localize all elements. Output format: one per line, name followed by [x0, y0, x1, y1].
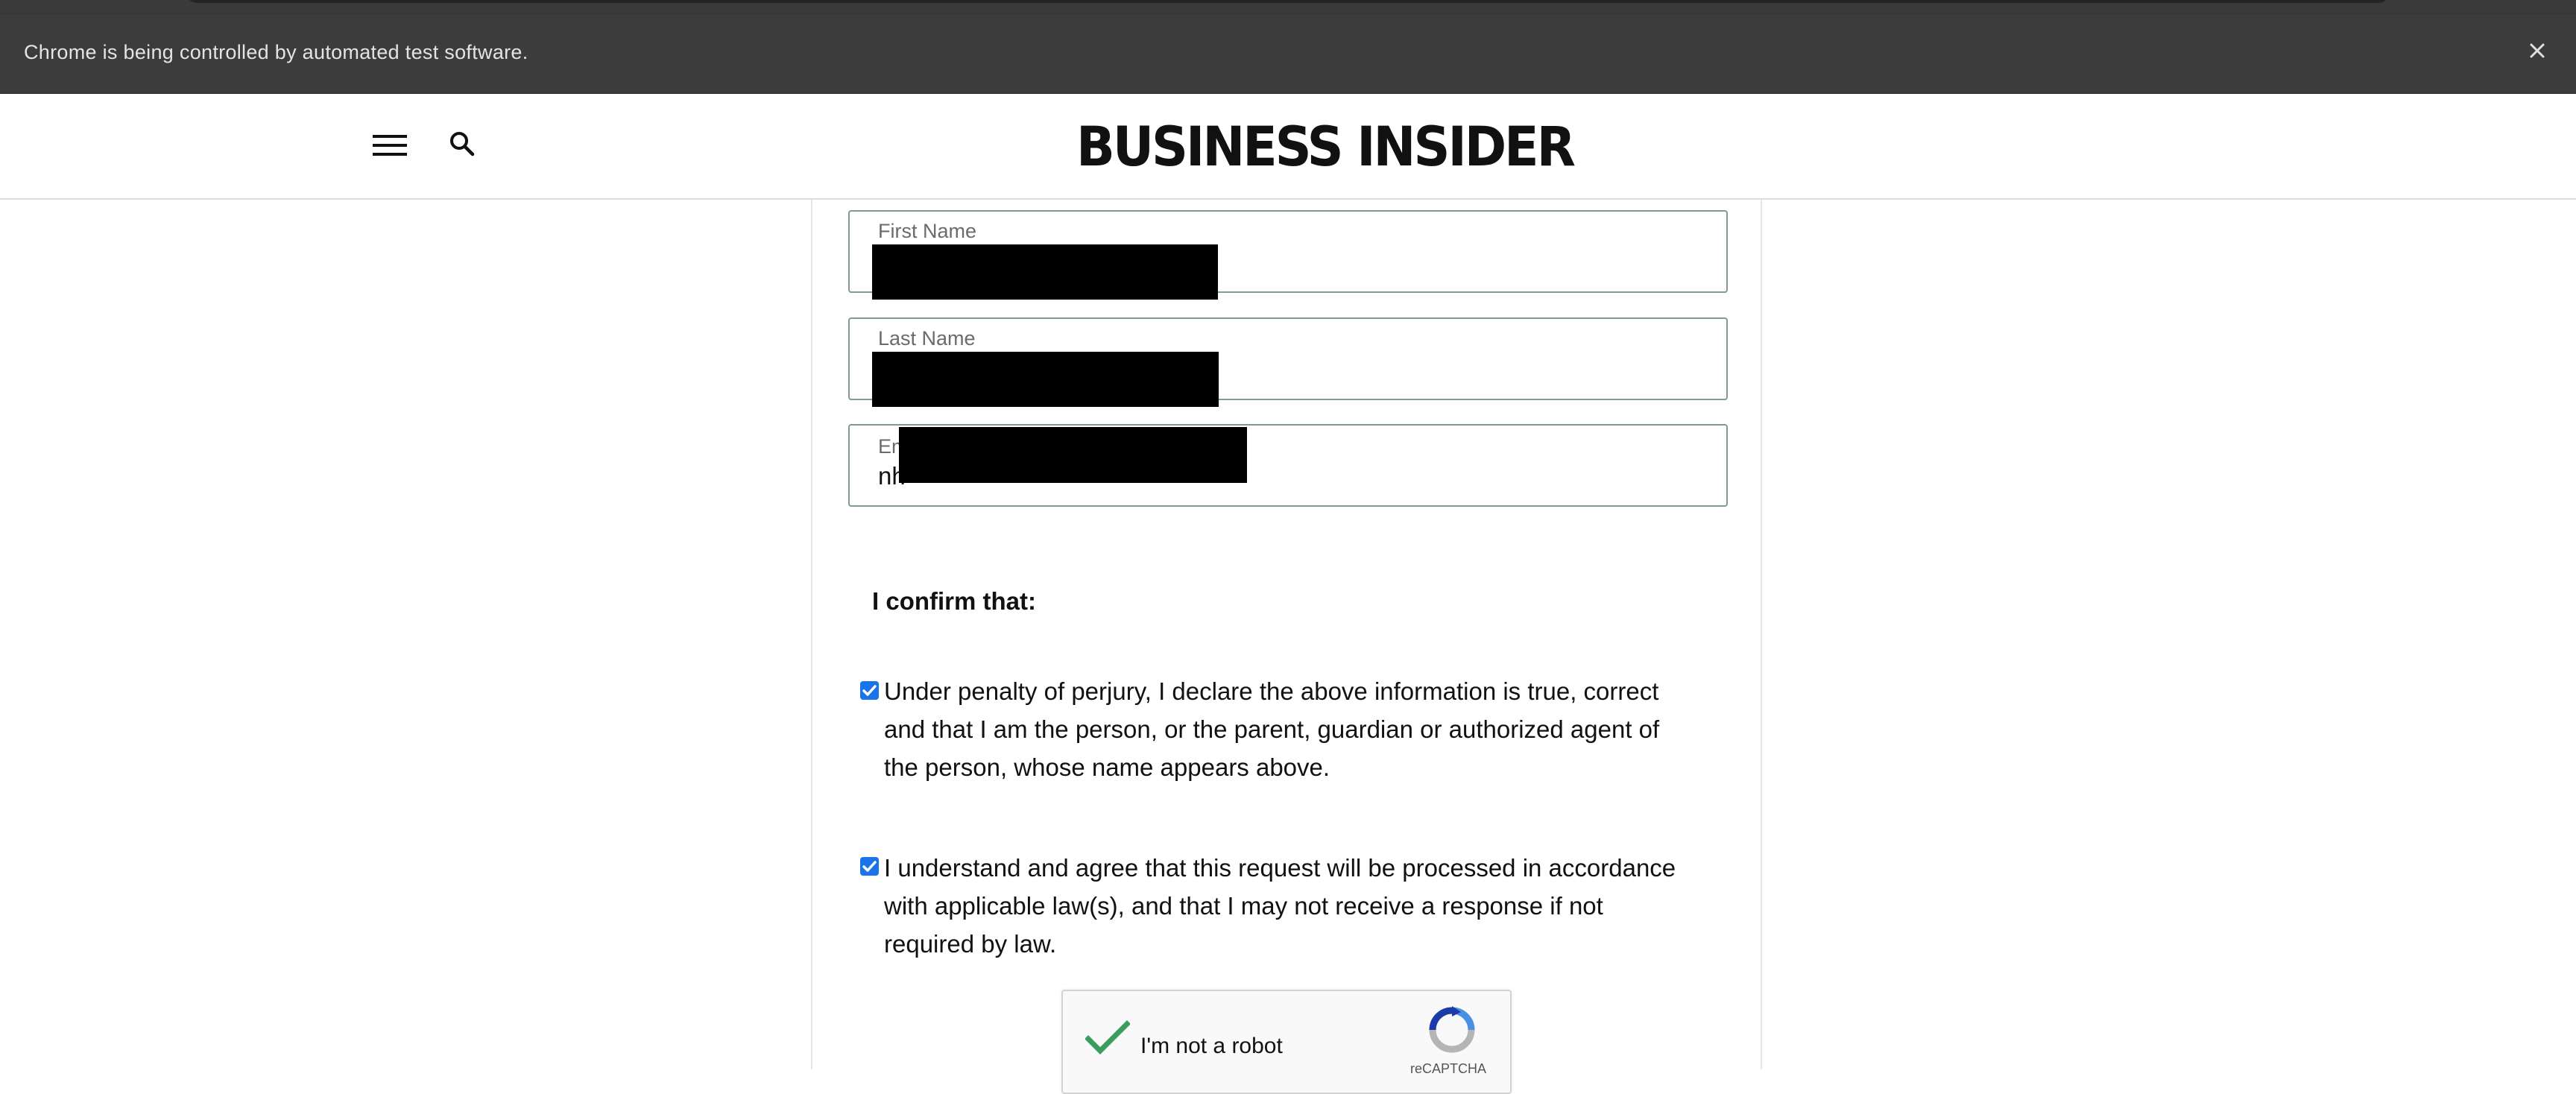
first-name-field[interactable]: First Name: [848, 210, 1728, 300]
agreement-statement: I understand and agree that this request…: [884, 854, 1676, 958]
close-icon[interactable]: [2524, 37, 2551, 64]
perjury-statement: Under penalty of perjury, I declare the …: [884, 677, 1660, 781]
recaptcha-widget: I'm not a robot reCAPTCHA: [1061, 990, 1512, 1094]
hamburger-menu-icon[interactable]: [373, 133, 407, 158]
first-name-label: First Name: [878, 220, 977, 242]
recaptcha-label: I'm not a robot: [1140, 1034, 1283, 1058]
search-icon[interactable]: [449, 130, 476, 157]
last-name-label: Last Name: [878, 327, 976, 350]
recaptcha-logo-icon: [1428, 1006, 1476, 1054]
recaptcha-checkmark-icon[interactable]: [1085, 1019, 1131, 1055]
agreement-checkbox[interactable]: [860, 857, 879, 876]
site-header: BUSINESS INSIDER: [0, 94, 2576, 200]
email-field[interactable]: Em nh: [848, 424, 1728, 507]
perjury-checkbox[interactable]: [860, 681, 879, 700]
site-logo[interactable]: BUSINESS INSIDER: [1076, 116, 1576, 179]
infobar-message: Chrome is being controlled by automated …: [24, 41, 528, 63]
confirm-heading: I confirm that:: [872, 587, 1036, 615]
redaction-box: [899, 427, 1247, 483]
redaction-box: [872, 244, 1218, 300]
last-name-field[interactable]: Last Name: [848, 317, 1728, 407]
browser-toolbar-edge: [186, 0, 2389, 3]
automation-infobar: Chrome is being controlled by automated …: [0, 15, 2576, 94]
browser-top-strip: [0, 0, 2576, 15]
redaction-box: [872, 352, 1219, 407]
